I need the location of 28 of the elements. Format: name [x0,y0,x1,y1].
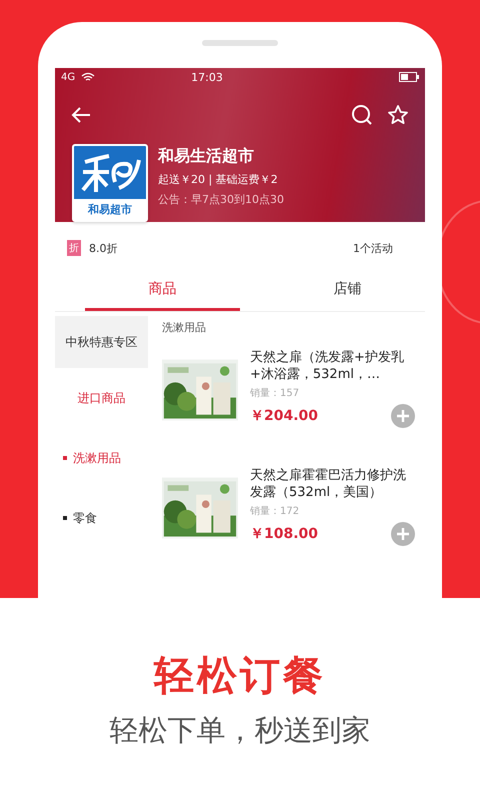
logo-title: 和易超市 [74,199,146,220]
delivery-info: 起送￥20 | 基础运费￥2 [158,172,279,187]
tab[interactable]: 商品 [85,270,240,311]
search-icon[interactable] [351,104,373,126]
discount-badge: 折 [67,240,81,256]
product-price: ￥204.00 [250,407,318,425]
star-icon[interactable] [387,104,409,126]
sales-count: 销量：157 [250,387,300,400]
store-name: 和易生活超市 [158,146,255,167]
status-time: 17:03 [191,70,223,84]
section-title: 洗漱用品 [162,320,207,336]
product-name[interactable]: 天然之扉（洗发露+护发乳+沐浴露，532ml，… [250,349,415,383]
sales-count: 销量：172 [250,505,300,518]
back-icon[interactable] [71,106,91,124]
headline: 轻松订餐 [154,652,326,701]
subline: 轻松下单，秒送到家 [110,712,370,749]
bullet-icon [63,516,67,520]
wifi-icon [81,72,96,82]
bullet-icon [63,456,67,460]
tab[interactable]: 店铺 [270,270,425,311]
signal-text: 4G [61,72,76,83]
product-price: ￥108.00 [250,525,318,543]
category-item[interactable]: 中秋特惠专区 [55,316,148,368]
activity-count[interactable]: 1个活动 [353,240,393,256]
discount-text: 8.0折 [89,240,118,256]
product-name[interactable]: 天然之扉霍霍巴活力修护洗发露（532ml，美国） [250,467,415,501]
store-notice: 公告：早7点30到10点30 [158,192,284,207]
battery-icon [399,72,419,82]
